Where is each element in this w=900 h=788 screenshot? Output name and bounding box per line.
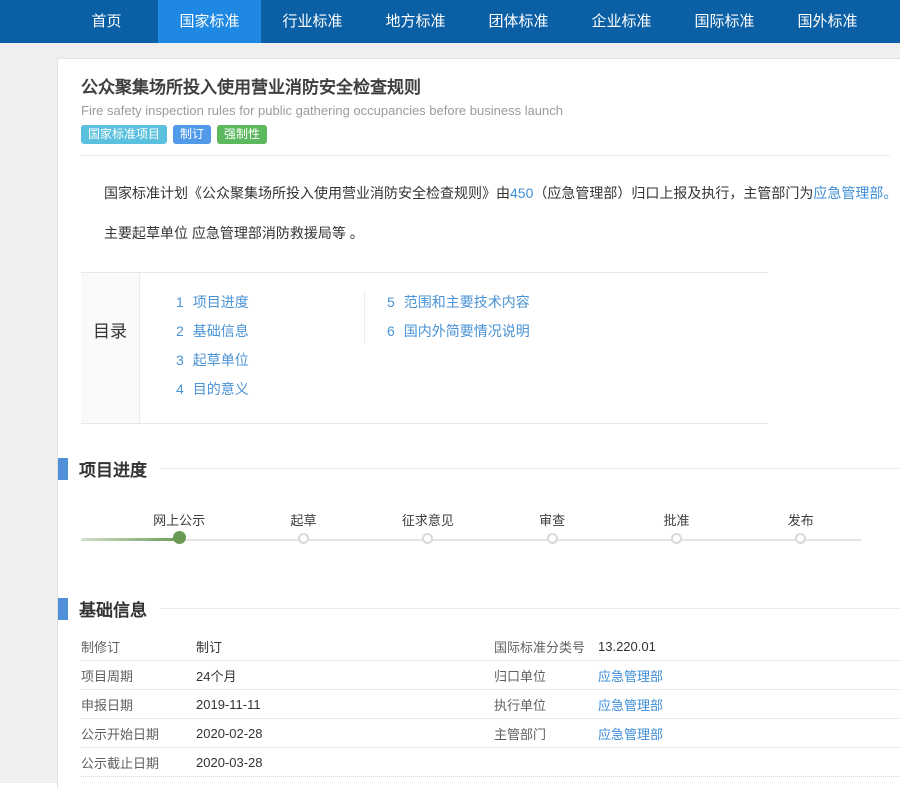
toc-columns: 1项目进度 2基础信息 3起草单位 4目的意义 5范围和主要技术内容 6国内外简… [140,273,768,423]
row-label: 制修订 [81,637,196,656]
section-title-basic-info: 基础信息 [79,596,147,621]
row-value: 13.220.01 [598,639,900,654]
toc-title: 目录 [81,273,140,423]
step-online-publicity: 网上公示 [117,510,241,544]
section-rule [160,608,900,609]
progress-dot-icon [547,533,558,544]
nav-item-group-standards[interactable]: 团体标准 [467,0,570,43]
top-gutter [57,43,900,58]
toc-item-domestic-foreign-overview[interactable]: 6国内外简要情况说明 [387,317,530,346]
row-value: 2020-02-28 [196,726,494,741]
row-label: 执行单位 [494,695,598,714]
section-bar-icon [58,458,68,480]
tag-mandatory: 强制性 [217,125,267,144]
progress-stepper: 网上公示 起草 征求意见 审查 批准 [81,510,863,560]
nav-item-national-standards[interactable]: 国家标准 [158,0,261,43]
executing-unit-link[interactable]: 应急管理部 [598,695,900,714]
nav-item-local-standards[interactable]: 地方标准 [364,0,467,43]
content-card: 公众聚集场所投入使用营业消防安全检查规则 Fire safety inspect… [57,58,900,788]
toc-column-1: 1项目进度 2基础信息 3起草单位 4目的意义 [140,288,364,423]
row-label: 国际标准分类号 [494,637,598,656]
row-value: 2020-03-28 [196,755,494,770]
toc-item-purpose[interactable]: 4目的意义 [176,375,364,404]
section-header-progress: 项目进度 [58,457,900,480]
nav-item-home[interactable]: 首页 [55,0,158,43]
row-value: 制订 [196,637,494,656]
dept-code-link[interactable]: 450 [510,185,533,201]
progress-dot-icon [298,533,309,544]
table-row: 项目周期 24个月 归口单位 应急管理部 [81,661,900,690]
progress-dot-icon [671,533,682,544]
summary-line-2: 主要起草单位 应急管理部消防救援局等 。 [104,225,900,242]
row-label: 主管部门 [494,724,598,743]
page-body: 公众聚集场所投入使用营业消防安全检查规则 Fire safety inspect… [0,43,900,788]
nav-item-foreign-standards[interactable]: 国外标准 [776,0,879,43]
nav-item-industry-standards[interactable]: 行业标准 [261,0,364,43]
toc-column-2: 5范围和主要技术内容 6国内外简要情况说明 [365,288,530,423]
tag-new-formulation: 制订 [173,125,211,144]
toc-item-basic-info[interactable]: 2基础信息 [176,317,364,346]
row-label: 公示开始日期 [81,724,196,743]
page-title: 公众聚集场所投入使用营业消防安全检查规则 [81,77,900,99]
toc-box: 目录 1项目进度 2基础信息 3起草单位 4目的意义 5范围和主要技术内容 6国… [81,272,768,424]
row-label: 归口单位 [494,666,598,685]
summary-suffix: 。 [883,185,897,201]
tag-national-standard-project: 国家标准项目 [81,125,167,144]
summary-line-1: 国家标准计划《公众聚集场所投入使用营业消防安全检查规则》由450（应急管理部）归… [104,185,900,202]
table-row: 制修订 制订 国际标准分类号 13.220.01 [81,632,900,661]
progress-steps: 网上公示 起草 征求意见 审查 批准 [117,510,863,544]
section-rule [160,468,900,469]
section-title-progress: 项目进度 [79,456,147,481]
nav-item-international-standards[interactable]: 国际标准 [673,0,776,43]
summary-text: 国家标准计划《公众聚集场所投入使用营业消防安全检查规则》由 [104,185,510,201]
progress-dot-active-icon [173,531,186,544]
centralized-unit-link[interactable]: 应急管理部 [598,666,900,685]
section-header-basic-info: 基础信息 [58,597,900,620]
summary-text: （应急管理部）归口上报及执行，主管部门为 [533,185,813,201]
toc-item-project-progress[interactable]: 1项目进度 [176,288,364,317]
table-row: 公示开始日期 2020-02-28 主管部门 应急管理部 [81,719,900,748]
section-bar-icon [58,598,68,620]
nav-item-enterprise-standards[interactable]: 企业标准 [570,0,673,43]
tag-row: 国家标准项目 制订 强制性 [81,125,900,144]
row-label: 项目周期 [81,666,196,685]
document-header: 公众聚集场所投入使用营业消防安全检查规则 Fire safety inspect… [81,77,900,144]
top-nav: 首页 国家标准 行业标准 地方标准 团体标准 企业标准 国际标准 国外标准 [0,0,900,43]
step-publication: 发布 [739,510,863,544]
competent-dept-link[interactable]: 应急管理部 [813,185,883,201]
row-value: 2019-11-11 [196,697,494,712]
step-approval: 批准 [614,510,738,544]
summary-block: 国家标准计划《公众聚集场所投入使用营业消防安全检查规则》由450（应急管理部）归… [104,185,900,242]
step-soliciting-opinions: 征求意见 [366,510,490,544]
row-label: 申报日期 [81,695,196,714]
table-row: 公示截止日期 2020-03-28 [81,748,900,777]
toc-item-scope[interactable]: 5范围和主要技术内容 [387,288,530,317]
row-value: 24个月 [196,666,494,685]
row-label: 公示截止日期 [81,753,196,772]
page-subtitle-english: Fire safety inspection rules for public … [81,103,900,119]
left-gutter [0,43,57,783]
progress-dot-icon [422,533,433,544]
progress-dot-icon [795,533,806,544]
header-divider [81,155,890,156]
step-drafting: 起草 [241,510,365,544]
basic-info-table: 制修订 制订 国际标准分类号 13.220.01 项目周期 24个月 归口单位 … [81,632,900,777]
table-row: 申报日期 2019-11-11 执行单位 应急管理部 [81,690,900,719]
toc-item-drafting-units[interactable]: 3起草单位 [176,346,364,375]
step-review: 审查 [490,510,614,544]
competent-dept-table-link[interactable]: 应急管理部 [598,724,900,743]
